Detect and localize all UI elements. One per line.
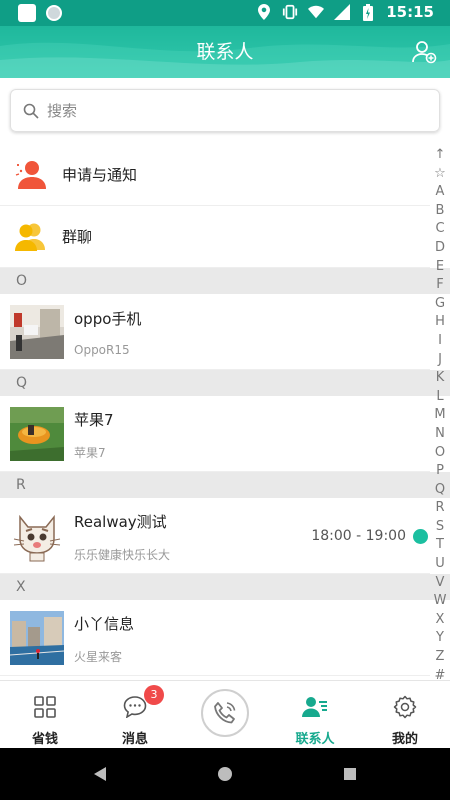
vibrate-icon — [282, 3, 298, 21]
index-letter[interactable]: I — [438, 332, 442, 351]
contacts-icon — [302, 694, 328, 720]
nav-label: 我的 — [391, 732, 418, 747]
avatar — [10, 304, 64, 359]
nav-item-save-money[interactable]: 省钱 — [0, 681, 90, 749]
index-letter[interactable]: P — [436, 462, 444, 481]
group-icon — [15, 223, 45, 251]
index-letter[interactable]: K — [436, 369, 445, 388]
nav-item-call[interactable] — [180, 681, 270, 749]
section-header-q: Q — [0, 370, 450, 396]
settings-icon — [392, 694, 418, 720]
index-letter[interactable]: R — [435, 499, 444, 518]
alphabet-index-bar[interactable]: ↑ ☆ A B C D E F G H I J K L M N O P Q R S T U V W X Y Z # — [430, 146, 450, 685]
index-letter[interactable]: X — [436, 611, 445, 630]
index-letter[interactable]: S — [436, 518, 444, 537]
index-letter[interactable]: O — [435, 444, 445, 463]
index-letter[interactable]: Z — [436, 648, 445, 667]
signal-icon — [334, 3, 351, 21]
contact-subtitle: 火星来客 — [74, 649, 123, 664]
battery-icon — [360, 3, 376, 21]
index-letter[interactable]: B — [436, 202, 445, 221]
contact-subtitle: 乐乐健康快乐长大 — [74, 547, 171, 562]
location-icon — [256, 3, 272, 21]
call-button[interactable] — [201, 689, 249, 737]
page-title: 联系人 — [196, 41, 254, 63]
index-letter[interactable]: T — [436, 536, 444, 555]
wifi-icon — [308, 3, 325, 21]
contact-item[interactable]: Realway测试 乐乐健康快乐长大 18:00 - 19:00 — [0, 498, 430, 574]
notification-app-icon — [18, 4, 36, 22]
contact-subtitle: OppoR15 — [74, 343, 130, 357]
grid-icon — [32, 694, 58, 720]
apply-notification-item[interactable]: 申请与通知 — [0, 144, 430, 206]
nav-item-contacts[interactable]: 联系人 — [270, 681, 360, 749]
back-icon[interactable] — [92, 766, 108, 782]
avatar — [10, 406, 64, 461]
contact-name: 小丫信息 — [74, 614, 135, 633]
recents-icon[interactable] — [342, 766, 358, 782]
add-contact-icon — [412, 41, 437, 64]
search-area — [0, 78, 450, 144]
index-letter[interactable]: J — [438, 351, 442, 370]
search-input[interactable] — [47, 101, 387, 120]
contact-item[interactable]: 苹果7 苹果7 — [0, 396, 430, 472]
avatar — [10, 508, 64, 563]
add-contact-button[interactable] — [412, 40, 438, 64]
index-letter[interactable]: L — [436, 388, 443, 407]
index-letter[interactable]: ☆ — [434, 165, 446, 184]
index-letter[interactable]: A — [436, 183, 445, 202]
contact-name: Realway测试 — [74, 512, 167, 531]
index-letter[interactable]: H — [435, 313, 445, 332]
contact-item[interactable]: 小丫信息 火星来客 — [0, 600, 430, 676]
section-header-x: X — [0, 574, 450, 600]
index-letter[interactable]: D — [435, 239, 445, 258]
index-letter[interactable]: W — [434, 592, 447, 611]
index-letter[interactable]: Y — [436, 629, 444, 648]
status-time: 15:15 — [386, 3, 434, 21]
apply-notification-label: 申请与通知 — [62, 166, 138, 184]
index-letter[interactable]: Q — [435, 481, 445, 500]
section-header-o: O — [0, 268, 450, 294]
section-header-r: R — [0, 472, 450, 498]
contact-list: 申请与通知 群聊 O oppo手机 OppoR15 Q 苹果7 苹果7 R Re… — [0, 144, 450, 676]
status-bar: 15:15 — [0, 0, 450, 26]
unread-badge: 3 — [144, 685, 164, 705]
index-letter[interactable]: ↑ — [435, 146, 446, 165]
index-letter[interactable]: U — [435, 555, 445, 574]
index-letter[interactable]: N — [435, 425, 445, 444]
contact-time-range: 18:00 - 19:00 — [311, 528, 406, 544]
group-chat-item[interactable]: 群聊 — [0, 206, 430, 268]
index-letter[interactable]: C — [435, 220, 444, 239]
contact-name: 苹果7 — [74, 410, 114, 429]
nav-label: 消息 — [121, 732, 148, 747]
index-letter[interactable]: M — [434, 406, 445, 425]
nav-item-mine[interactable]: 我的 — [360, 681, 450, 749]
notification-person-icon — [15, 160, 46, 189]
app-bar: 联系人 — [0, 26, 450, 78]
search-icon — [23, 103, 39, 119]
index-letter[interactable]: E — [436, 258, 444, 277]
avatar — [10, 610, 64, 665]
phone-call-icon — [214, 702, 236, 724]
index-letter[interactable]: F — [436, 276, 443, 295]
index-letter[interactable]: G — [435, 295, 445, 314]
bottom-navigation: 省钱 消息 3 联系人 我的 — [0, 680, 450, 748]
search-bar[interactable] — [10, 89, 440, 132]
contact-subtitle: 苹果7 — [74, 445, 106, 460]
system-navigation-bar — [0, 748, 450, 800]
online-status-dot — [413, 529, 428, 544]
contact-name: oppo手机 — [74, 310, 142, 328]
group-chat-label: 群聊 — [62, 228, 93, 246]
home-icon[interactable] — [217, 766, 233, 782]
nav-label: 联系人 — [295, 732, 335, 747]
nav-item-messages[interactable]: 消息 3 — [90, 681, 180, 749]
nav-label: 省钱 — [31, 732, 58, 747]
index-letter[interactable]: V — [436, 574, 445, 593]
notification-avatar-icon — [46, 5, 62, 21]
contact-item[interactable]: oppo手机 OppoR15 — [0, 294, 430, 370]
